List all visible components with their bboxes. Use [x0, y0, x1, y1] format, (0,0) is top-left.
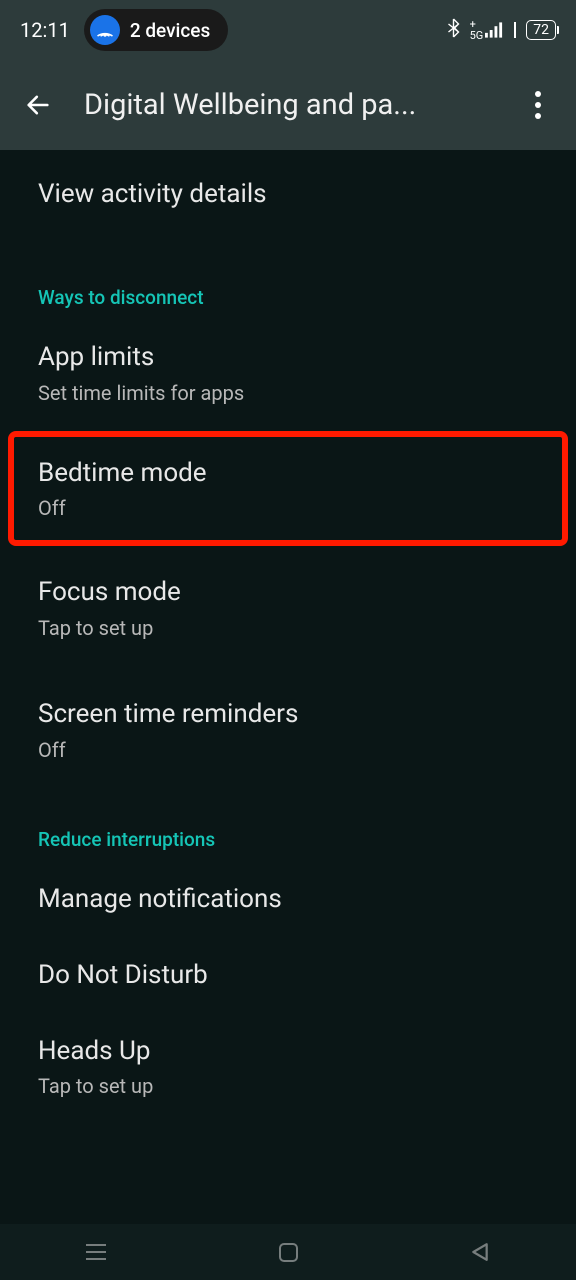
app-limits-item[interactable]: App limits Set time limits for apps	[0, 321, 576, 425]
item-title: Focus mode	[38, 576, 538, 610]
screen-time-reminders-item[interactable]: Screen time reminders Off	[0, 678, 576, 782]
item-title: Screen time reminders	[38, 698, 538, 732]
clock: 12:11	[20, 18, 70, 42]
view-activity-details-item[interactable]: View activity details	[0, 150, 576, 240]
devices-chip[interactable]: 2 devices	[84, 9, 228, 51]
focus-mode-item[interactable]: Focus mode Tap to set up	[0, 556, 576, 660]
square-icon	[279, 1243, 298, 1262]
statusbar-left: 12:11 2 devices	[20, 9, 228, 51]
bedtime-mode-highlight: Bedtime mode Off	[8, 431, 568, 547]
home-button[interactable]	[268, 1232, 308, 1272]
overflow-menu-button[interactable]	[520, 87, 556, 123]
item-subtitle: Tap to set up	[38, 616, 538, 640]
item-subtitle: Off	[38, 738, 538, 762]
item-subtitle: Set time limits for apps	[38, 381, 538, 405]
bedtime-mode-item[interactable]: Bedtime mode Off	[14, 437, 562, 541]
item-title: View activity details	[38, 178, 538, 212]
do-not-disturb-item[interactable]: Do Not Disturb	[0, 937, 576, 1015]
reduce-interruptions-header: Reduce interruptions	[0, 800, 576, 863]
heads-up-item[interactable]: Heads Up Tap to set up	[0, 1015, 576, 1119]
signal-label: +5G	[470, 19, 484, 41]
arrow-left-icon	[24, 91, 52, 119]
app-header: Digital Wellbeing and pa...	[0, 60, 576, 150]
item-title: Bedtime mode	[38, 457, 538, 491]
signal-bars-icon	[485, 22, 504, 38]
item-title: App limits	[38, 341, 538, 375]
triangle-back-icon	[471, 1242, 489, 1262]
item-title: Do Not Disturb	[38, 959, 538, 993]
battery-indicator: 72	[526, 20, 556, 40]
back-button[interactable]	[20, 87, 56, 123]
back-nav-button[interactable]	[460, 1232, 500, 1272]
devices-label: 2 devices	[130, 19, 210, 42]
statusbar-right: +5G 72	[447, 18, 556, 42]
settings-content: View activity details Ways to disconnect…	[0, 150, 576, 1118]
page-title: Digital Wellbeing and pa...	[84, 88, 492, 122]
item-title: Heads Up	[38, 1035, 538, 1069]
ways-to-disconnect-header: Ways to disconnect	[0, 258, 576, 321]
manage-notifications-item[interactable]: Manage notifications	[0, 863, 576, 937]
bluetooth-icon	[447, 18, 460, 42]
item-subtitle: Off	[38, 496, 538, 520]
system-navbar	[0, 1224, 576, 1280]
status-bar: 12:11 2 devices +5G	[0, 0, 576, 60]
recent-apps-button[interactable]	[76, 1232, 116, 1272]
menu-icon	[86, 1244, 106, 1260]
item-title: Manage notifications	[38, 883, 538, 917]
wifi-cast-icon	[90, 15, 120, 45]
more-vert-icon	[535, 91, 541, 97]
separator-icon	[514, 22, 516, 38]
item-subtitle: Tap to set up	[38, 1074, 538, 1098]
signal-group: +5G	[470, 19, 505, 41]
